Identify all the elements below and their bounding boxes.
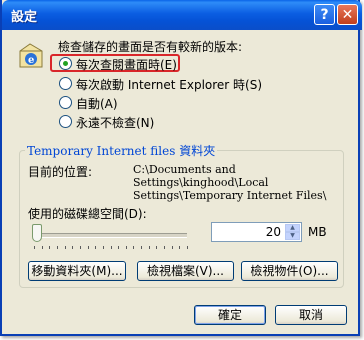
spin-up-button[interactable]: ▲ <box>285 224 300 232</box>
radio-every-start-label[interactable]: 每次啟動 Internet Explorer 時(S) <box>76 76 262 93</box>
disk-space-value[interactable]: 20 <box>266 225 281 239</box>
slider-tick <box>156 246 157 249</box>
current-location-label: 目前的位置: <box>28 165 93 179</box>
slider-tick <box>103 246 104 249</box>
help-icon: ? <box>320 6 329 23</box>
close-button[interactable]: ✕ <box>337 4 358 25</box>
slider-tick <box>187 246 188 249</box>
slider-tick <box>57 246 58 249</box>
location-line: Settings\kinghood\Local <box>133 176 269 189</box>
location-line: C:\Documents and <box>133 163 236 176</box>
move-folder-button[interactable]: 移動資料夾(M)... <box>28 261 126 281</box>
slider-tick <box>95 246 96 249</box>
radio-every-visit-label[interactable]: 每次查閱畫面時(E) <box>76 56 177 73</box>
radio-automatic-label[interactable]: 自動(A) <box>76 95 118 112</box>
slider-tick <box>111 246 112 249</box>
slider-tick <box>72 246 73 249</box>
view-objects-button[interactable]: 檢視物件(O)... <box>241 261 338 281</box>
slider-tick <box>118 246 119 249</box>
slider-tick <box>164 246 165 249</box>
svg-text:e: e <box>28 55 34 66</box>
slider-tick <box>141 246 142 249</box>
help-button[interactable]: ? <box>314 4 335 25</box>
current-location-path: C:\Documents and Settings\kinghood\Local… <box>133 163 326 202</box>
slider-tick <box>34 246 35 249</box>
slider-tick <box>80 246 81 249</box>
close-icon: ✕ <box>341 6 354 23</box>
slider-tick <box>172 246 173 249</box>
disk-space-unit: MB <box>308 225 327 239</box>
settings-dialog: 設定 ? ✕ e 檢查儲存的畫面是否有較新的版本: 每次查閱畫面時(E) 每次啟… <box>0 0 362 336</box>
cancel-button[interactable]: 取消 <box>275 305 347 325</box>
disk-space-spinbox[interactable]: 20 ▲ ▼ <box>211 222 302 242</box>
radio-never-label[interactable]: 永遠不檢查(N) <box>76 114 154 131</box>
slider-tick <box>126 246 127 249</box>
temp-files-group-title: Temporary Internet files 資料夾 <box>25 142 218 159</box>
slider-tick <box>133 246 134 249</box>
slider-tick <box>42 246 43 249</box>
slider-tick <box>49 246 50 249</box>
slider-tick <box>179 246 180 249</box>
view-files-button[interactable]: 檢視檔案(V)... <box>137 261 234 281</box>
slider-tick <box>65 246 66 249</box>
disk-space-label: 使用的磁碟總空間(D): <box>28 207 147 221</box>
radio-never[interactable] <box>59 115 72 128</box>
radio-every-visit[interactable] <box>59 57 72 70</box>
slider-tick <box>88 246 89 249</box>
disk-space-slider-track[interactable] <box>32 233 187 238</box>
spin-down-button[interactable]: ▼ <box>285 232 300 240</box>
disk-space-slider-thumb[interactable] <box>32 224 42 242</box>
radio-automatic[interactable] <box>59 96 72 109</box>
ie-page-icon: e <box>16 41 46 71</box>
ok-button[interactable]: 確定 <box>194 305 266 325</box>
spin-buttons: ▲ ▼ <box>285 224 300 240</box>
slider-tick <box>149 246 150 249</box>
radio-every-start[interactable] <box>59 77 72 90</box>
location-line: Settings\Temporary Internet Files\ <box>133 189 327 202</box>
title-bar[interactable]: 設定 ? ✕ <box>2 0 362 30</box>
window-title: 設定 <box>11 10 38 25</box>
check-prompt: 檢查儲存的畫面是否有較新的版本: <box>58 40 243 54</box>
